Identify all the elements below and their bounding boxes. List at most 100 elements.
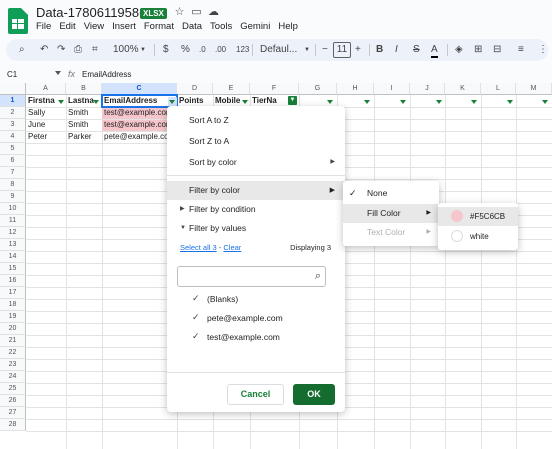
select-all-link[interactable]: Select all 3 — [180, 243, 217, 252]
move-folder-icon[interactable]: ▭ — [190, 6, 203, 19]
value-option-blanks[interactable]: ✓ (Blanks) — [192, 293, 238, 304]
row-header[interactable]: 27 — [0, 407, 26, 419]
row-header[interactable]: 17 — [0, 287, 26, 299]
name-box-dropdown-icon[interactable] — [55, 71, 61, 75]
column-header-l[interactable]: L — [481, 83, 516, 95]
cancel-button[interactable]: Cancel — [227, 384, 284, 405]
column-header-b[interactable]: B — [66, 83, 102, 95]
decrease-decimals-button[interactable]: .0 — [199, 44, 206, 56]
row-header[interactable]: 13 — [0, 239, 26, 251]
row-header[interactable]: 11 — [0, 215, 26, 227]
search-menus-icon[interactable]: ⌕ — [19, 44, 25, 56]
row-header[interactable]: 3 — [0, 119, 26, 131]
sheets-logo-icon[interactable] — [8, 8, 28, 34]
menu-file[interactable]: File — [36, 21, 51, 32]
fill-option-item[interactable]: #F5C6CB — [438, 207, 518, 226]
filter-by-color-item[interactable]: Filter by color ▶ — [167, 181, 345, 200]
row-header[interactable]: 12 — [0, 227, 26, 239]
decrease-font-size-button[interactable]: − — [322, 44, 328, 56]
merge-cells-icon[interactable]: ⊟ — [493, 44, 501, 56]
percent-format-button[interactable]: % — [181, 44, 190, 56]
cell-lastname[interactable]: Smith — [66, 107, 102, 119]
currency-format-button[interactable]: $ — [163, 44, 169, 56]
filter-button-icon[interactable] — [93, 100, 99, 104]
sort-a-z-item[interactable]: Sort A to Z — [167, 111, 345, 130]
row-header[interactable]: 19 — [0, 311, 26, 323]
zoom-dropdown-icon[interactable]: ▼ — [140, 44, 146, 56]
filter-button-icon[interactable] — [242, 100, 248, 104]
row-header[interactable]: 21 — [0, 335, 26, 347]
fill-option-item[interactable]: white — [438, 227, 518, 246]
more-formats-button[interactable]: 123 — [236, 44, 249, 56]
row-header[interactable]: 16 — [0, 275, 26, 287]
column-header-k[interactable]: K — [445, 83, 481, 95]
row-header[interactable]: 1 — [0, 95, 26, 107]
ok-button[interactable]: OK — [293, 384, 335, 405]
filter-button-icon[interactable] — [436, 100, 442, 104]
menu-view[interactable]: View — [84, 21, 104, 32]
clear-link[interactable]: Clear — [223, 243, 241, 252]
menu-gemini[interactable]: Gemini — [240, 21, 270, 32]
redo-icon[interactable]: ↷ — [57, 44, 65, 56]
column-header-i[interactable]: I — [374, 83, 410, 95]
name-box[interactable]: C1 — [7, 70, 17, 79]
cell-email[interactable]: test@example.com — [102, 107, 168, 119]
row-header[interactable]: 14 — [0, 251, 26, 263]
row-header[interactable]: 18 — [0, 299, 26, 311]
menu-insert[interactable]: Insert — [112, 21, 136, 32]
text-color-button[interactable]: A — [431, 44, 438, 58]
row-header[interactable]: 24 — [0, 371, 26, 383]
filter-button-icon[interactable] — [327, 100, 333, 104]
cell-email[interactable]: test@example.com — [102, 119, 168, 131]
increase-decimals-button[interactable]: .00 — [215, 44, 226, 56]
row-header[interactable]: 20 — [0, 323, 26, 335]
column-header-e[interactable]: E — [213, 83, 250, 95]
row-header[interactable]: 26 — [0, 395, 26, 407]
row-header[interactable]: 15 — [0, 263, 26, 275]
filter-button-icon[interactable] — [364, 100, 370, 104]
sort-z-a-item[interactable]: Sort Z to A — [167, 132, 345, 151]
filter-button-icon[interactable] — [507, 100, 513, 104]
borders-icon[interactable]: ⊞ — [474, 44, 482, 56]
font-dropdown-icon[interactable]: ▼ — [304, 44, 310, 56]
row-header[interactable]: 8 — [0, 179, 26, 191]
menu-help[interactable]: Help — [278, 21, 298, 32]
filter-button-icon[interactable] — [471, 100, 477, 104]
cell-firstname[interactable]: Sally — [26, 107, 66, 119]
bold-button[interactable]: B — [376, 44, 383, 56]
column-header-h[interactable]: H — [337, 83, 374, 95]
row-header[interactable]: 9 — [0, 191, 26, 203]
cell-header-firstname[interactable]: Firstna — [26, 95, 60, 107]
cell-firstname[interactable]: Peter — [26, 131, 66, 143]
row-header[interactable]: 6 — [0, 155, 26, 167]
filter-by-values-item[interactable]: ▼ Filter by values — [167, 219, 345, 238]
column-header-j[interactable]: J — [410, 83, 445, 95]
column-header-d[interactable]: D — [177, 83, 213, 95]
menu-edit[interactable]: Edit — [59, 21, 75, 32]
menu-data[interactable]: Data — [182, 21, 202, 32]
row-header[interactable]: 2 — [0, 107, 26, 119]
row-header[interactable]: 28 — [0, 419, 26, 431]
more-options-icon[interactable]: ⋮ — [538, 44, 548, 56]
row-header[interactable]: 10 — [0, 203, 26, 215]
row-header[interactable]: 4 — [0, 131, 26, 143]
color-none-item[interactable]: ✓ None — [343, 184, 439, 203]
column-header-a[interactable]: A — [26, 83, 66, 95]
zoom-select[interactable]: 100% — [113, 44, 139, 56]
select-all-corner[interactable] — [0, 83, 26, 95]
increase-font-size-button[interactable]: + — [355, 44, 361, 56]
column-header-f[interactable]: F — [250, 83, 299, 95]
row-header[interactable]: 25 — [0, 383, 26, 395]
column-header-g[interactable]: G — [299, 83, 337, 95]
fill-color-item[interactable]: Fill Color ▶ — [343, 204, 439, 223]
sort-by-color-item[interactable]: Sort by color ▶ — [167, 153, 345, 172]
filter-button-icon[interactable] — [542, 100, 548, 104]
row-header[interactable]: 22 — [0, 347, 26, 359]
filter-button-icon[interactable] — [169, 100, 175, 104]
filter-button-icon[interactable] — [58, 100, 64, 104]
filter-applied-icon[interactable]: ▼ — [288, 96, 297, 105]
cell-lastname[interactable]: Smith — [66, 119, 102, 131]
cloud-status-icon[interactable]: ☁ — [207, 6, 220, 19]
row-header[interactable]: 23 — [0, 359, 26, 371]
text-color-item[interactable]: Text Color ▶ — [343, 223, 439, 242]
